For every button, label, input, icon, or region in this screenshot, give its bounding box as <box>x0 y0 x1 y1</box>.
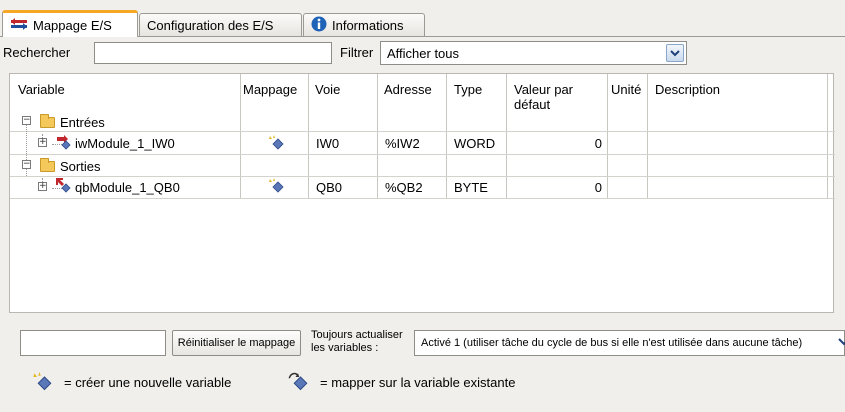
output-variable-icon <box>56 178 74 197</box>
group-label-outputs: Sorties <box>60 159 101 174</box>
column-separator <box>240 74 241 199</box>
variable-filter-input[interactable] <box>20 330 166 356</box>
io-mapping-icon <box>10 17 28 33</box>
collapse-icon[interactable]: − <box>22 160 31 169</box>
create-variable-icon[interactable] <box>268 135 284 154</box>
input-variable-icon <box>56 135 74 154</box>
channel-value: QB0 <box>316 180 343 195</box>
search-toolbar: Rechercher Filtrer Afficher tous <box>0 40 845 66</box>
column-separator <box>506 74 507 199</box>
row-divider <box>10 131 835 132</box>
default-value[interactable]: 0 <box>510 136 602 151</box>
folder-icon <box>40 114 55 128</box>
update-variables-select[interactable]: Activé 1 (utiliser tâche du cycle de bus… <box>414 330 845 356</box>
header-address[interactable]: Adresse <box>384 82 432 97</box>
column-separator <box>647 74 648 199</box>
row-divider <box>10 154 835 155</box>
group-label-inputs: Entrées <box>60 115 105 130</box>
io-mapping-panel: Mappage E/S Configuration des E/S Inform… <box>0 0 845 412</box>
map-existing-variable-icon <box>288 372 308 395</box>
search-input[interactable] <box>94 42 332 64</box>
header-channel[interactable]: Voie <box>315 82 340 97</box>
header-mapping[interactable]: Mappage <box>243 82 297 97</box>
tab-label: Mappage E/S <box>33 17 112 33</box>
io-mapping-table: Variable Mappage Voie Adresse Type Valeu… <box>9 73 835 313</box>
header-variable[interactable]: Variable <box>18 82 65 97</box>
type-value: WORD <box>454 136 496 151</box>
row-divider <box>10 176 835 177</box>
legend-create-variable: = créer une nouvelle variable <box>64 375 232 390</box>
filter-label: Filtrer <box>340 45 374 60</box>
tab-label: Informations <box>332 18 404 33</box>
update-variables-value: Activé 1 (utiliser tâche du cycle de bus… <box>421 337 803 349</box>
row-divider <box>10 198 835 199</box>
column-separator <box>377 74 378 199</box>
reset-mapping-button[interactable]: Réinitialiser le mappage <box>172 330 301 356</box>
filter-value: Afficher tous <box>387 45 460 61</box>
expand-icon[interactable]: + <box>38 182 47 191</box>
channel-value: IW0 <box>316 136 340 151</box>
collapse-icon[interactable]: − <box>22 116 31 125</box>
expand-icon[interactable]: + <box>38 138 47 147</box>
tab-information[interactable]: Informations <box>303 13 425 37</box>
tab-io-mapping[interactable]: Mappage E/S <box>2 10 138 37</box>
header-type[interactable]: Type <box>454 82 482 97</box>
tab-bar: Mappage E/S Configuration des E/S Inform… <box>0 10 845 37</box>
default-value[interactable]: 0 <box>510 180 602 195</box>
column-separator <box>446 74 447 199</box>
info-icon <box>311 16 327 35</box>
search-label: Rechercher <box>3 45 71 60</box>
address-value: %QB2 <box>385 180 423 195</box>
folder-icon <box>40 158 55 172</box>
legend-map-existing: = mapper sur la variable existante <box>320 375 516 390</box>
create-variable-icon[interactable] <box>268 178 284 197</box>
address-value: %IW2 <box>385 136 420 151</box>
header-default-value[interactable]: Valeur par défaut <box>514 82 602 112</box>
variable-name[interactable]: qbModule_1_QB0 <box>75 180 180 195</box>
header-description[interactable]: Description <box>655 82 720 97</box>
type-value: BYTE <box>454 180 488 195</box>
filter-select[interactable]: Afficher tous <box>380 41 687 65</box>
column-separator <box>308 74 309 199</box>
tab-label: Configuration des E/S <box>147 18 274 33</box>
create-variable-icon <box>32 372 52 395</box>
chevron-down-icon[interactable] <box>666 44 684 62</box>
column-separator <box>827 74 828 199</box>
update-variables-label: Toujours actualiser les variables : <box>311 329 403 354</box>
column-separator <box>607 74 608 199</box>
header-unit[interactable]: Unité <box>611 82 641 97</box>
tab-io-configuration[interactable]: Configuration des E/S <box>139 13 302 37</box>
variable-name[interactable]: iwModule_1_IW0 <box>75 136 175 151</box>
chevron-down-icon[interactable] <box>838 337 845 350</box>
